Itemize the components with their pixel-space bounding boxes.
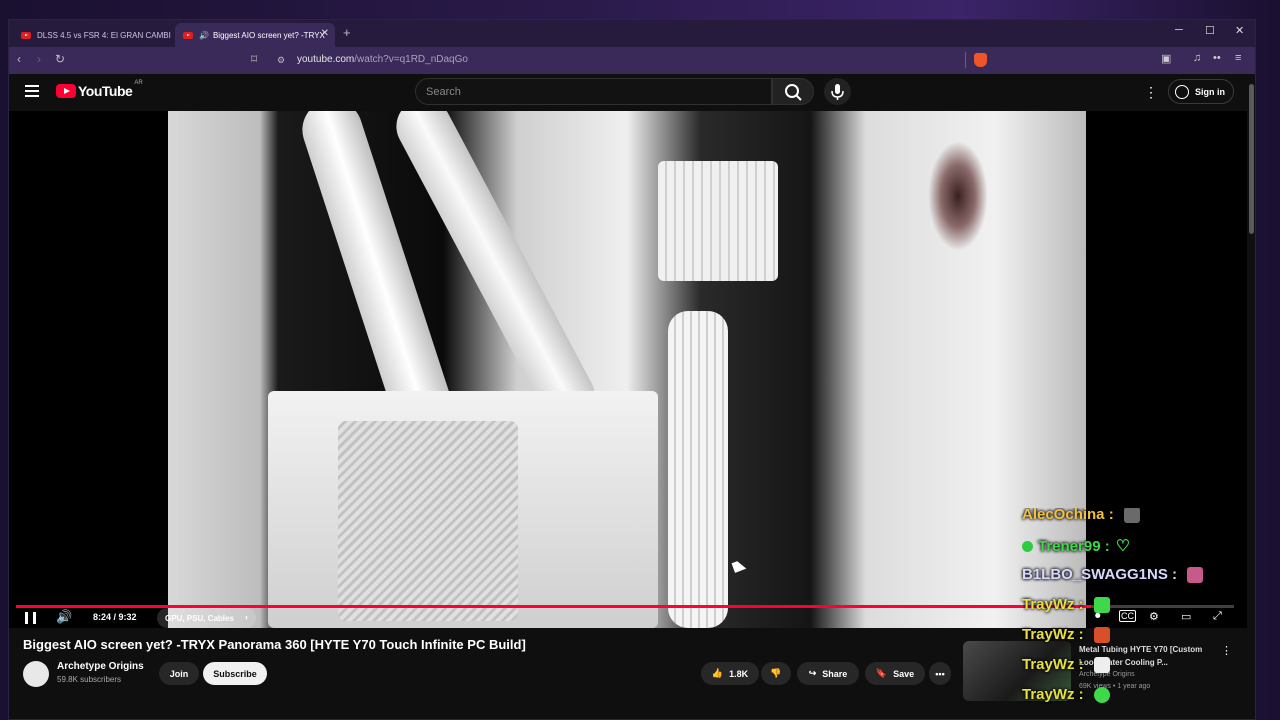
youtube-play-icon [56, 84, 76, 98]
chapter-button[interactable]: GPU, PSU, Cables › [157, 608, 256, 628]
tab-close-icon[interactable]: ✕ [321, 28, 329, 39]
thumbs-up-icon: 👍 [711, 668, 724, 678]
emote-icon [1093, 656, 1110, 673]
share-button[interactable]: ↪ Share [797, 662, 859, 685]
emote-icon [1093, 596, 1110, 613]
video-content-cables [668, 311, 728, 628]
search-button[interactable] [772, 78, 814, 105]
tab-current-video[interactable]: 🔊 Biggest AIO screen yet? -TRYX ✕ [175, 23, 335, 47]
time-display: 8:24 / 9:32 [93, 612, 137, 622]
like-count: 1.8K [729, 668, 749, 679]
more-icon: ••• [935, 668, 945, 679]
microphone-icon [831, 84, 844, 100]
chat-message: AlecOchina : [1022, 508, 1140, 523]
save-icon: 🔖 [875, 668, 888, 678]
emote-icon [1123, 508, 1140, 523]
share-label: Share [822, 668, 848, 679]
chat-message: TrayWz : [1022, 596, 1110, 613]
tab-label: Biggest AIO screen yet? -TRYX [212, 30, 325, 40]
site-settings-icon[interactable]: ⚙ [277, 55, 285, 66]
thumbs-down-icon: 👎 [770, 668, 782, 678]
logo-text: YouTube [78, 83, 133, 99]
subscribe-button[interactable]: Subscribe [203, 662, 267, 685]
brave-shield-icon[interactable] [974, 53, 987, 67]
tab-strip: DLSS 4.5 vs FSR 4: El GRAN CAMBIO 🔊 Bigg… [9, 20, 1255, 47]
search-icon [785, 84, 802, 101]
chat-user: TrayWz : [1022, 656, 1084, 673]
account-icon [1175, 84, 1189, 99]
chat-message: TrayWz : [1022, 656, 1110, 673]
tab-label: DLSS 4.5 vs FSR 4: El GRAN CAMBIO [37, 30, 171, 40]
close-window-button[interactable]: ✕ [1235, 24, 1244, 37]
address-bar-row: ‹ › ↻ ⌑ ⚙ youtube.com/watch?v=q1RD_nDaqG… [9, 47, 1255, 74]
chat-message: TrayWz : [1022, 686, 1110, 703]
save-button[interactable]: 🔖 Save [865, 662, 925, 685]
reload-icon[interactable]: ↻ [55, 52, 65, 66]
chapter-label: GPU, PSU, Cables [165, 613, 234, 623]
youtube-favicon-icon [21, 31, 31, 39]
emote-icon [1093, 686, 1110, 703]
chat-user: B1LBO_SWAGG1NS : [1022, 566, 1178, 583]
join-button[interactable]: Join [159, 662, 199, 685]
heart-icon: ♡ [1115, 538, 1131, 555]
sign-in-button[interactable]: Sign in [1168, 79, 1234, 104]
back-icon[interactable]: ‹ [17, 52, 21, 66]
search-box [415, 78, 772, 105]
hamburger-menu-icon[interactable] [25, 85, 39, 97]
maximize-button[interactable]: ☐ [1205, 24, 1215, 37]
stream-chat-overlay: AlecOchina : Trener99 : ♡ B1LBO_SWAGG1NS… [1012, 508, 1280, 720]
new-tab-button[interactable]: + [343, 25, 351, 40]
dislike-button[interactable]: 👎 [761, 662, 791, 685]
url-path: /watch?v=q1RD_nDaqGo [354, 54, 468, 65]
chat-user: TrayWz : [1022, 626, 1084, 643]
chat-user: AlecOchina : [1022, 508, 1114, 523]
pause-icon[interactable] [25, 612, 36, 624]
video-frame [168, 111, 1086, 628]
chat-user: TrayWz : [1022, 686, 1084, 703]
video-content-grille [338, 421, 518, 621]
chat-message: TrayWz : [1022, 626, 1110, 643]
wallet-icon[interactable]: ▣ [1161, 52, 1171, 65]
channel-avatar[interactable] [23, 661, 49, 687]
extensions-icon[interactable]: •• [1213, 52, 1221, 64]
bookmark-icon[interactable]: ⌑ [251, 52, 257, 66]
country-code: AR [134, 80, 143, 86]
menu-icon[interactable]: ≡ [1235, 52, 1241, 64]
sign-in-label: Sign in [1195, 86, 1225, 97]
emote-icon [1187, 566, 1204, 583]
youtube-header: YouTube AR ⋮ Sign in [9, 74, 1247, 111]
audio-playing-icon[interactable]: 🔊 [199, 31, 209, 40]
channel-name[interactable]: Archetype Origins [57, 661, 144, 672]
search-input[interactable] [416, 79, 771, 104]
address-separator [965, 52, 966, 68]
video-content-connector [658, 161, 778, 281]
scrollbar-thumb[interactable] [1249, 84, 1254, 234]
video-content-fan [928, 141, 988, 251]
youtube-favicon-icon [183, 31, 193, 39]
url-field[interactable]: youtube.com/watch?v=q1RD_nDaqGo [297, 54, 468, 65]
volume-icon[interactable]: 🔊 [56, 609, 72, 625]
chat-user: Trener99 : [1038, 537, 1110, 555]
emote-icon [1093, 626, 1110, 643]
chat-message: Trener99 : ♡ [1022, 536, 1130, 556]
media-icon[interactable]: ♫ [1193, 52, 1201, 64]
verified-badge-icon [1022, 540, 1033, 552]
minimize-button[interactable]: ─ [1175, 24, 1183, 36]
url-host: youtube.com [297, 54, 355, 65]
video-title: Biggest AIO screen yet? -TRYX Panorama 3… [23, 637, 526, 652]
chevron-right-icon: › [244, 612, 248, 622]
subscriber-count: 59.8K subscribers [57, 675, 122, 684]
chat-message: B1LBO_SWAGG1NS : [1022, 566, 1204, 583]
save-label: Save [893, 668, 915, 679]
share-icon: ↪ [808, 668, 817, 678]
tab-dlss-video[interactable]: DLSS 4.5 vs FSR 4: El GRAN CAMBIO [13, 23, 171, 47]
settings-kebab-icon[interactable]: ⋮ [1144, 84, 1158, 101]
youtube-logo[interactable]: YouTube AR [56, 80, 143, 99]
like-button[interactable]: 👍 1.8K [701, 662, 759, 685]
voice-search-button[interactable] [824, 78, 851, 105]
forward-icon[interactable]: › [37, 52, 41, 66]
chat-user: TrayWz : [1022, 596, 1084, 613]
more-actions-button[interactable]: ••• [929, 662, 951, 685]
